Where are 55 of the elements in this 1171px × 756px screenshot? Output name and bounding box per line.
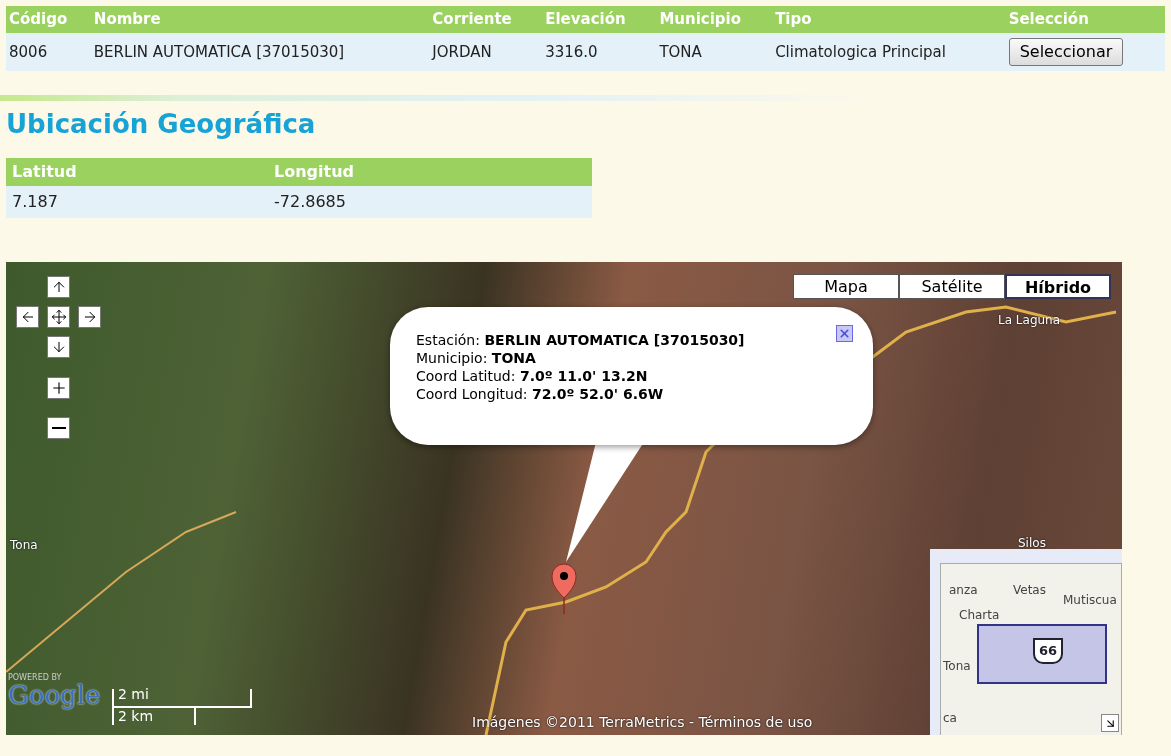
column-header: Latitud <box>6 158 268 186</box>
pan-left-button[interactable] <box>16 306 39 328</box>
table-cell: 7.187 <box>6 186 268 218</box>
place-label: Vetas <box>1013 584 1046 596</box>
overview-toggle-button[interactable] <box>1101 714 1119 732</box>
pan-right-button[interactable] <box>78 306 101 328</box>
info-line: Coord Latitud: 7.0º 11.0' 13.2N <box>416 367 648 385</box>
table-cell: 8006 <box>6 32 91 71</box>
pan-up-button[interactable] <box>47 276 70 298</box>
attribution-text: Imágenes ©2011 TerraMetrics - Términos de uso <box>472 715 813 729</box>
table-cell: Climatologica Principal <box>772 32 1006 71</box>
close-icon <box>838 327 851 340</box>
table-cell: TONA <box>656 32 773 71</box>
column-header: Código <box>6 6 91 33</box>
column-header: Nombre <box>90 6 430 33</box>
section-title: Ubicación Geográfica <box>6 108 317 141</box>
google-logo: Google <box>8 682 101 708</box>
zoom-out-button[interactable] <box>47 417 70 439</box>
route-shield: 66 <box>1033 638 1063 664</box>
column-header: Elevación <box>542 6 657 33</box>
overview-map[interactable]: anza Vetas Mutiscua Charta Tona ca 66 <box>930 549 1122 735</box>
place-label: Charta <box>959 609 1000 621</box>
scale-label: 2 mi <box>118 687 149 701</box>
move-icon <box>50 309 67 325</box>
column-header: Selección <box>1005 6 1165 33</box>
map-type-button[interactable]: Satélite <box>899 274 1005 299</box>
map-pin-icon <box>550 562 578 614</box>
table-cell: JORDAN <box>429 32 543 71</box>
info-line: Municipio: TONA <box>416 349 536 367</box>
place-label: anza <box>949 584 978 596</box>
pan-down-button[interactable] <box>47 336 70 358</box>
place-label: Silos <box>1018 535 1046 552</box>
column-header: Longitud <box>268 158 592 186</box>
column-header: Municipio <box>656 6 773 33</box>
place-label: La Laguna <box>998 312 1061 329</box>
minus-icon <box>51 427 66 429</box>
select-button[interactable]: Seleccionar <box>1008 37 1124 66</box>
scale-label: 2 km <box>118 709 154 723</box>
map-type-button[interactable]: Híbrido <box>1005 274 1111 299</box>
close-button[interactable] <box>836 325 853 342</box>
column-header: Corriente <box>429 6 543 33</box>
map-type-button[interactable]: Mapa <box>793 274 899 299</box>
info-line: Estación: BERLIN AUTOMATICA [37015030] <box>416 331 745 349</box>
table-cell: -72.8685 <box>268 186 592 218</box>
table-cell: BERLIN AUTOMATICA [37015030] <box>90 32 430 71</box>
place-label: Mutiscua <box>1063 594 1117 606</box>
place-label: Tona <box>10 537 38 554</box>
column-header: Tipo <box>772 6 1006 33</box>
zoom-in-button[interactable] <box>47 377 70 399</box>
logo-caption: POWERED BY <box>8 674 63 682</box>
table-cell: 3316.0 <box>542 32 657 71</box>
place-label: ca <box>943 712 957 724</box>
place-label: Tona <box>943 660 971 672</box>
recenter-button[interactable] <box>47 306 70 328</box>
info-line: Coord Longitud: 72.0º 52.0' 6.6W <box>416 385 664 403</box>
